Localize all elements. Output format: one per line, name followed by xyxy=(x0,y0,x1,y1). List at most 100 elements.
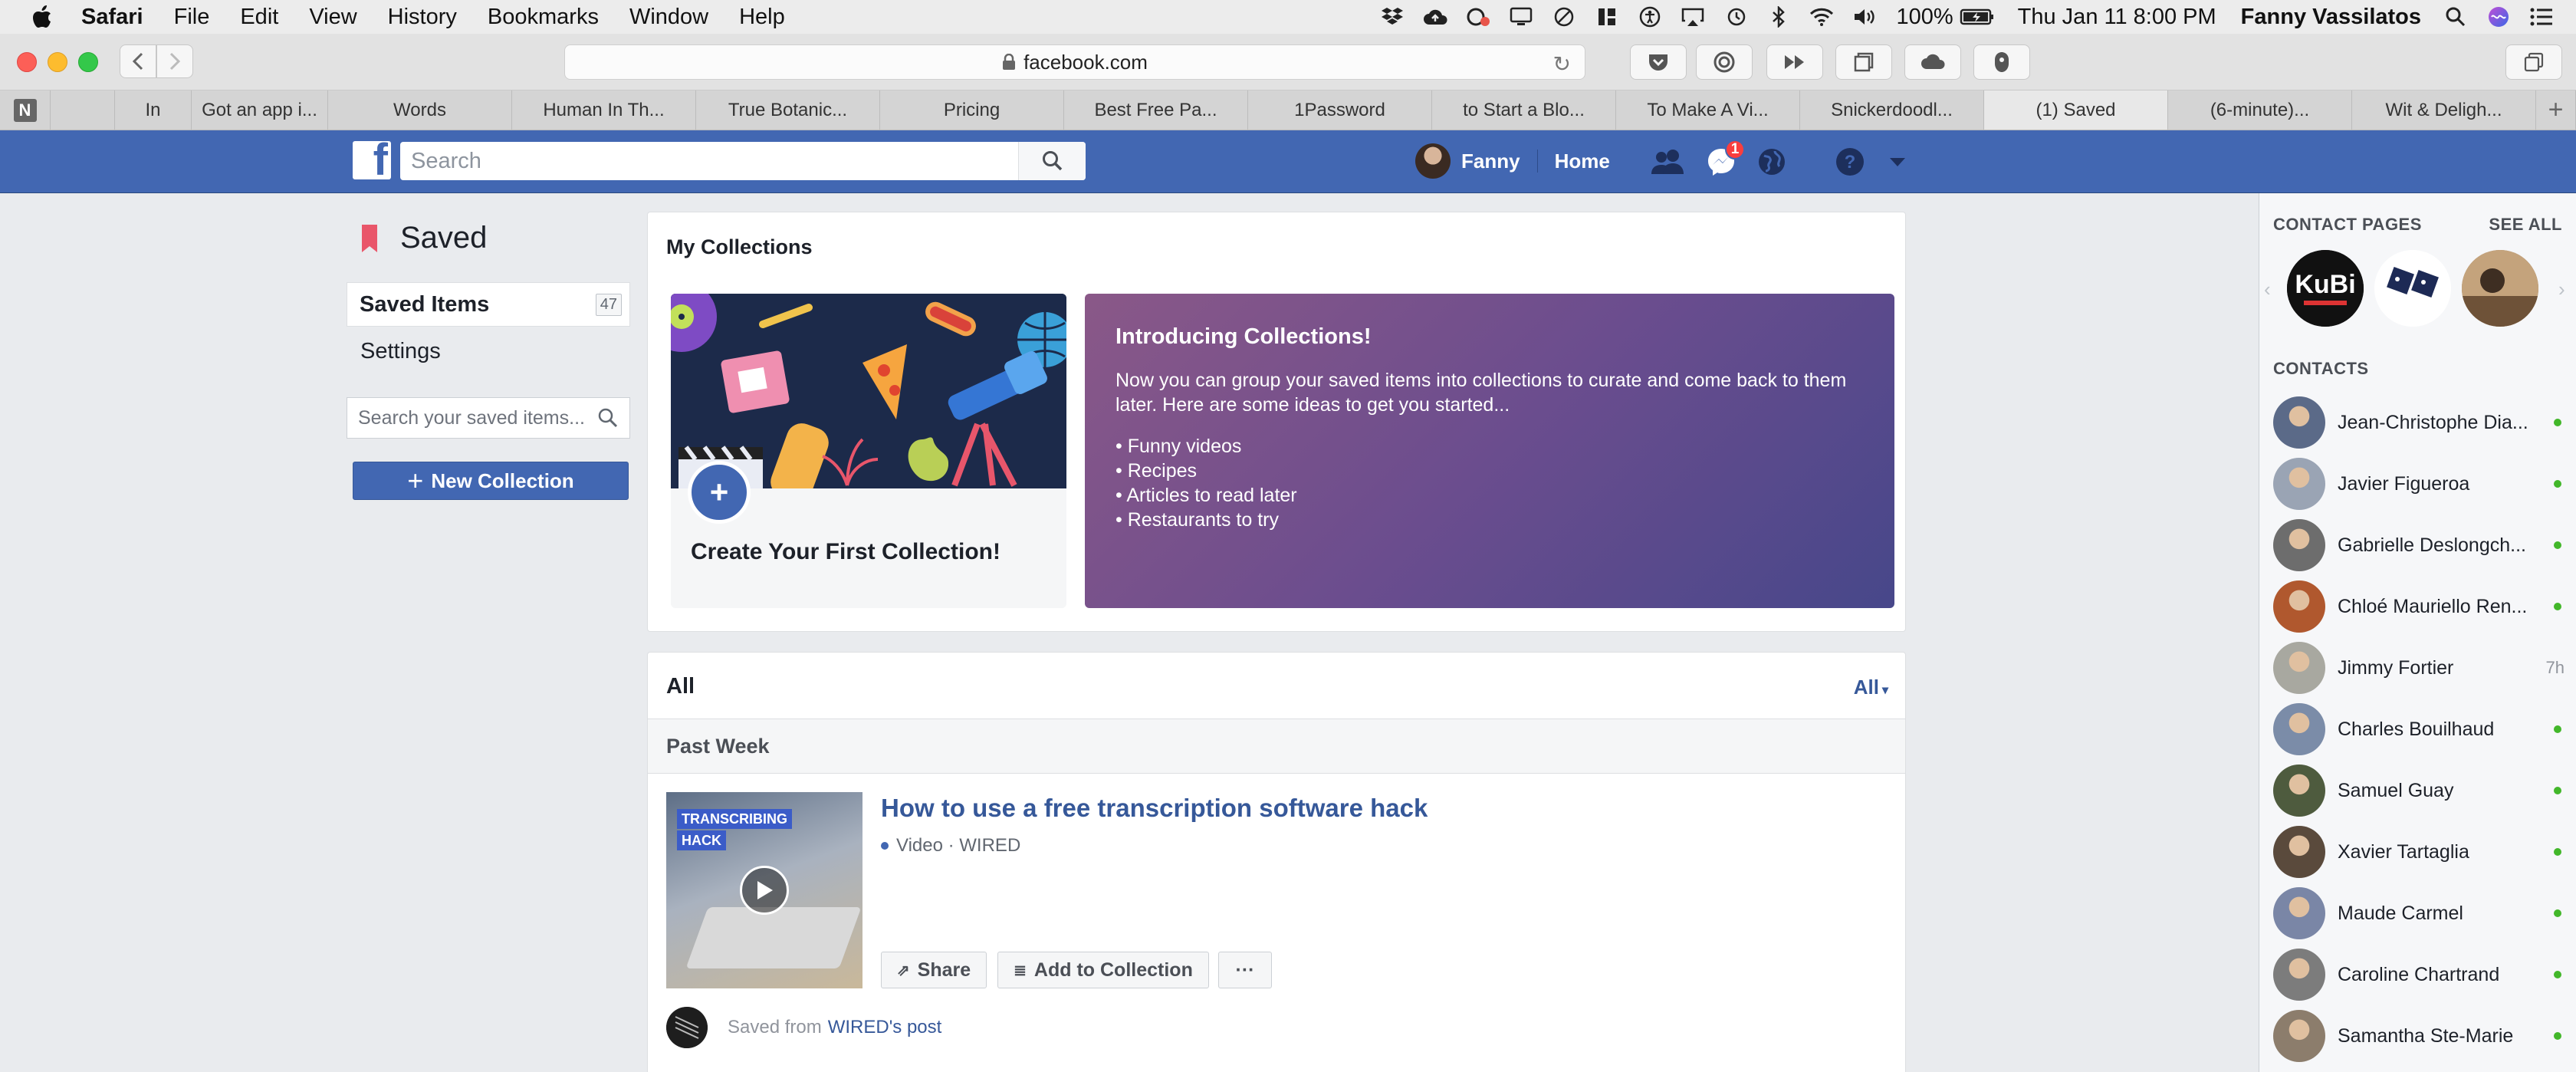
dropbox-icon[interactable] xyxy=(1379,5,1405,28)
new-collection-button[interactable]: + New Collection xyxy=(353,462,629,500)
spotlight-icon[interactable] xyxy=(2443,5,2469,28)
create-collection-title[interactable]: Create Your First Collection! xyxy=(691,539,1001,565)
siri-icon[interactable] xyxy=(2486,5,2512,28)
tab[interactable]: To Make A Vi... xyxy=(1616,90,1800,130)
contact-page-avatar[interactable] xyxy=(2374,250,2451,327)
pinned-tab[interactable] xyxy=(51,90,115,130)
close-window-button[interactable] xyxy=(17,52,37,72)
new-tab-button[interactable]: + xyxy=(2536,90,2576,130)
reload-icon[interactable]: ↻ xyxy=(1553,51,1571,77)
airplay-icon[interactable] xyxy=(1680,5,1706,28)
address-bar[interactable]: facebook.com ↻ xyxy=(564,44,1585,80)
contact-row[interactable]: Gabrielle Deslongch... xyxy=(2273,518,2564,572)
contact-page-avatar[interactable]: KuBi xyxy=(2287,250,2364,327)
video-thumbnail[interactable]: TRANSCRIBING HACK xyxy=(666,792,863,988)
search-icon[interactable] xyxy=(597,407,619,432)
pocket-button[interactable] xyxy=(1630,44,1687,80)
chevron-left-icon[interactable]: ‹ xyxy=(2264,278,2271,301)
menu-user-name[interactable]: Fanny Vassilatos xyxy=(2241,5,2421,30)
contact-row[interactable]: Xavier Tartaglia xyxy=(2273,825,2564,879)
home-link[interactable]: Home xyxy=(1555,150,1610,173)
add-to-collection-button[interactable]: ≣ Add to Collection xyxy=(997,952,1209,988)
menu-window[interactable]: Window xyxy=(629,5,708,30)
time-machine-icon[interactable] xyxy=(1723,5,1749,28)
notifications-globe-icon[interactable] xyxy=(1754,144,1789,179)
tab[interactable]: Wit & Deligh... xyxy=(2352,90,2536,130)
saved-from-link[interactable]: WIRED's post xyxy=(828,1017,942,1038)
menu-datetime[interactable]: Thu Jan 11 8:00 PM xyxy=(2018,5,2216,30)
volume-icon[interactable] xyxy=(1852,5,1878,28)
forward-button[interactable] xyxy=(156,44,193,78)
tab[interactable]: Best Free Pa... xyxy=(1064,90,1248,130)
friend-requests-icon[interactable] xyxy=(1650,144,1685,179)
tab[interactable]: Snickerdoodl... xyxy=(1800,90,1984,130)
back-button[interactable] xyxy=(120,44,156,78)
fast-forward-button[interactable] xyxy=(1766,44,1823,80)
tab[interactable]: Human In Th... xyxy=(512,90,696,130)
reader-button[interactable] xyxy=(1835,44,1892,80)
fullscreen-window-button[interactable] xyxy=(78,52,98,72)
share-button[interactable]: ⇗ Share xyxy=(881,952,987,988)
tab[interactable]: Pricing xyxy=(880,90,1064,130)
pinned-tab-notion[interactable]: N xyxy=(0,90,51,130)
tab[interactable]: to Start a Blo... xyxy=(1432,90,1616,130)
menu-edit[interactable]: Edit xyxy=(240,5,278,30)
facebook-search-input[interactable] xyxy=(400,143,1014,179)
search-icon[interactable] xyxy=(1018,142,1086,180)
tab[interactable]: Words xyxy=(328,90,512,130)
battery-icon[interactable] xyxy=(1960,5,1995,28)
messenger-icon[interactable]: 1 xyxy=(1704,140,1745,179)
wifi-icon[interactable] xyxy=(1809,5,1835,28)
saved-items-nav[interactable]: Saved Items 47 xyxy=(347,282,630,327)
cloud-upload-icon[interactable] xyxy=(1422,5,1448,28)
creative-cloud-icon[interactable] xyxy=(1465,5,1491,28)
tab[interactable]: True Botanic... xyxy=(696,90,880,130)
contact-row[interactable]: Samantha Ste-Marie xyxy=(2273,1009,2564,1063)
saved-settings-link[interactable]: Settings xyxy=(360,339,441,364)
onepassword-button[interactable] xyxy=(1696,44,1753,80)
all-filter-dropdown[interactable]: All ▾ xyxy=(1854,676,1888,699)
create-collection-plus-button[interactable]: + xyxy=(688,461,751,524)
tab[interactable]: In xyxy=(115,90,192,130)
help-icon[interactable]: ? xyxy=(1832,144,1868,179)
contact-row[interactable]: Samuel Guay xyxy=(2273,764,2564,817)
menu-bookmarks[interactable]: Bookmarks xyxy=(488,5,599,30)
menu-help[interactable]: Help xyxy=(739,5,785,30)
play-icon[interactable] xyxy=(740,866,789,915)
minimize-window-button[interactable] xyxy=(48,52,67,72)
create-collection-card[interactable]: + Create Your First Collection! xyxy=(671,294,1066,608)
contact-row[interactable]: Javier Figueroa xyxy=(2273,457,2564,511)
see-all-link[interactable]: SEE ALL xyxy=(2489,215,2562,235)
profile-avatar[interactable] xyxy=(1415,143,1451,179)
tab[interactable]: Got an app i... xyxy=(192,90,328,130)
accessibility-icon[interactable] xyxy=(1637,5,1663,28)
columns-icon[interactable] xyxy=(1594,5,1620,28)
apple-menu-icon[interactable] xyxy=(31,4,54,30)
contact-row[interactable]: Charles Bouilhaud xyxy=(2273,702,2564,756)
menu-app-name[interactable]: Safari xyxy=(81,5,143,30)
menu-history[interactable]: History xyxy=(388,5,457,30)
facebook-logo-icon[interactable]: f xyxy=(353,141,391,179)
contact-row[interactable]: Caroline Chartrand xyxy=(2273,948,2564,1001)
menu-view[interactable]: View xyxy=(309,5,356,30)
contact-row[interactable]: Jean-Christophe Dia... xyxy=(2273,396,2564,449)
extension-button[interactable] xyxy=(1973,44,2030,80)
tab[interactable]: 1Password xyxy=(1248,90,1432,130)
contact-page-avatar[interactable] xyxy=(2462,250,2538,327)
contact-row[interactable]: Jimmy Fortier 7h xyxy=(2273,641,2564,695)
account-menu-chevron-icon[interactable] xyxy=(1880,144,1915,179)
contact-row[interactable]: Maude Carmel xyxy=(2273,886,2564,940)
contact-row[interactable]: Chloé Mauriello Ren... xyxy=(2273,580,2564,633)
display-icon[interactable] xyxy=(1508,5,1534,28)
more-options-button[interactable]: ··· xyxy=(1218,952,1272,988)
tab-overview-button[interactable] xyxy=(2505,44,2562,80)
chevron-right-icon[interactable]: › xyxy=(2558,278,2565,301)
tab[interactable]: (6-minute)... xyxy=(2168,90,2352,130)
bluetooth-icon[interactable] xyxy=(1766,5,1792,28)
profile-link[interactable]: Fanny xyxy=(1461,150,1520,173)
saved-items-search-input[interactable] xyxy=(347,406,585,429)
tab-active[interactable]: (1) Saved xyxy=(1984,90,2168,130)
blocker-icon[interactable] xyxy=(1551,5,1577,28)
notification-center-icon[interactable] xyxy=(2528,5,2555,28)
menu-file[interactable]: File xyxy=(174,5,210,30)
